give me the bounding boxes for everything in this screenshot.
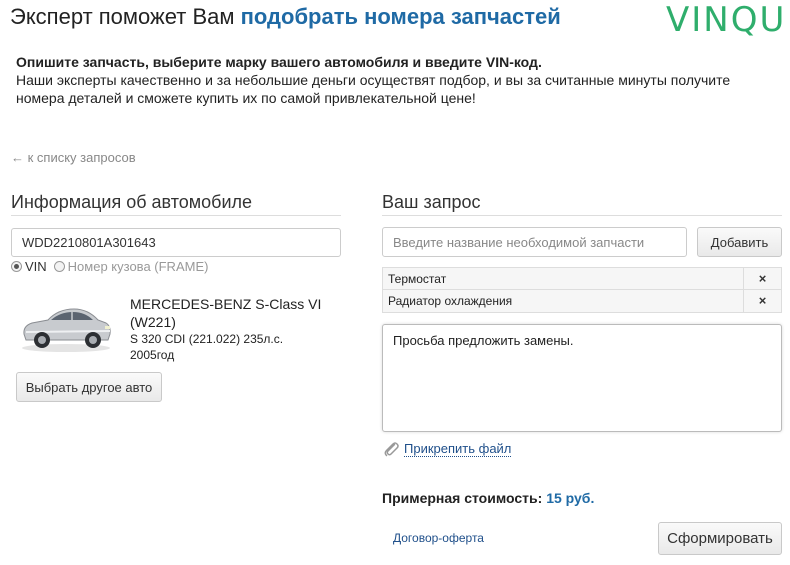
paperclip-icon xyxy=(384,442,399,457)
attach-file[interactable]: Прикрепить файл xyxy=(382,440,512,458)
intro-body: Наши эксперты качественно и за небольшие… xyxy=(16,72,731,106)
offer-contract-link[interactable]: Договор-оферта xyxy=(393,531,484,545)
change-car-button[interactable]: Выбрать другое авто xyxy=(16,372,162,402)
radio-vin-label[interactable]: VIN xyxy=(25,259,47,274)
logo[interactable]: VINQU xyxy=(666,0,786,40)
title-plain: Эксперт поможет Вам xyxy=(10,4,235,29)
remove-part-button[interactable]: × xyxy=(744,290,781,312)
intro-lead: Опишите запчасть, выберите марку вашего … xyxy=(16,54,542,70)
add-part-button[interactable]: Добавить xyxy=(697,227,782,257)
title-accent: подобрать номера запчастей xyxy=(240,4,561,29)
estimated-price: Примерная стоимость: 15 руб. xyxy=(382,490,594,506)
attach-file-link[interactable]: Прикрепить файл xyxy=(404,441,512,457)
car-section-title: Информация об автомобиле xyxy=(11,192,253,212)
car-engine: S 320 CDI (221.022) 235л.с. xyxy=(130,332,284,346)
car-thumbnail xyxy=(22,308,111,352)
vin-input[interactable] xyxy=(11,228,341,257)
back-to-requests-link[interactable]: ← к списку запросов xyxy=(11,150,136,165)
comment-textarea[interactable]: Просьба предложить замены. xyxy=(382,324,782,432)
radio-frame[interactable] xyxy=(53,261,65,272)
price-value: 15 руб. xyxy=(546,490,595,506)
id-type-radio-group: VIN Номер кузова (FRAME) xyxy=(11,259,208,274)
submit-button[interactable]: Сформировать xyxy=(658,522,782,555)
part-name-input[interactable] xyxy=(382,227,687,257)
price-label: Примерная стоимость: xyxy=(382,490,543,506)
parts-list: Термостат × Радиатор охлаждения × xyxy=(382,267,782,313)
request-section-title: Ваш запрос xyxy=(382,192,481,212)
intro-text: Опишите запчасть, выберите марку вашего … xyxy=(16,53,776,107)
list-item: Радиатор охлаждения × xyxy=(382,290,782,313)
divider xyxy=(382,215,782,216)
page-title: Эксперт поможет Вам подобрать номера зап… xyxy=(10,4,561,30)
part-label: Термостат xyxy=(383,268,744,289)
car-year: 2005год xyxy=(130,348,175,362)
divider xyxy=(11,215,341,216)
remove-part-button[interactable]: × xyxy=(744,268,781,289)
car-model-name: MERCEDES-BENZ S-Class VI (W221) xyxy=(130,296,322,330)
part-label: Радиатор охлаждения xyxy=(383,290,744,312)
radio-vin[interactable] xyxy=(11,261,22,272)
car-spec: S 320 CDI (221.022) 235л.с. 2005год xyxy=(130,331,283,363)
radio-frame-label[interactable]: Номер кузова (FRAME) xyxy=(68,259,209,274)
list-item: Термостат × xyxy=(382,267,782,290)
